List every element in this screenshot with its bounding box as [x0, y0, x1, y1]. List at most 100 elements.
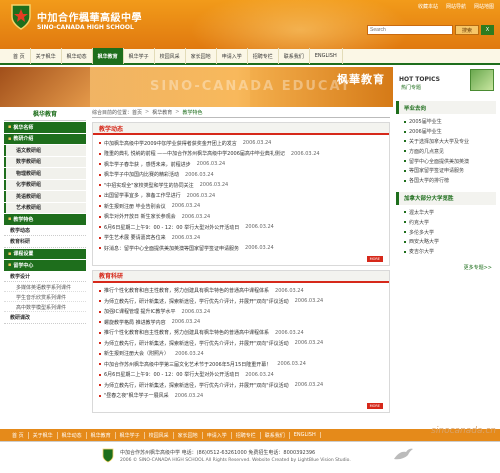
sidebar-link[interactable]: 2005届毕业生: [404, 117, 496, 127]
article-title[interactable]: 中加枫华高级中学2009中加学业获得者获奖金开团上的发言: [104, 140, 237, 147]
research-row[interactable]: 中加合作苏州枫华高级中学第三届文化艺术节于2006年5月15日隆重开幕！ 2006…: [99, 359, 383, 370]
article-title[interactable]: "中招实现全"家校类型和学生的协同关注: [104, 182, 194, 189]
top-link-favorite[interactable]: 收藏本站: [418, 3, 438, 10]
nav-students[interactable]: 枫华学子: [124, 48, 155, 64]
sidebar-item[interactable]: 化学教研组: [4, 179, 86, 190]
article-title[interactable]: 为师立教先行，研计新集述，探索新途径，学行优先介评计，并展开"双向"评议活动: [104, 382, 289, 389]
sidebar-item[interactable]: 物理教研组: [4, 168, 86, 179]
footer-nav-campus[interactable]: 校园风采: [145, 431, 174, 439]
footer-nav-parents[interactable]: 家长园地: [174, 431, 203, 439]
sidebar-item[interactable]: 多媒体英语教学系列课件: [4, 283, 86, 292]
research-row[interactable]: 6月6日星期二上午9：00 - 12：00 举行大型对外公开活动日 2006.03…: [99, 370, 383, 381]
news-row[interactable]: "中招实现全"家校类型和学生的协同关注 2006.03.24: [99, 180, 383, 191]
research-row[interactable]: 加强IC课程管理 提升IC教学水平 2006.03.24: [99, 307, 383, 318]
news-row[interactable]: 枫华学子春华获 ，感悟未来，前程进步 2006.03.24: [99, 159, 383, 170]
nav-news[interactable]: 枫华动态: [62, 48, 93, 64]
nav-campus[interactable]: 校园风采: [155, 48, 186, 64]
nav-english[interactable]: ENGLISH: [310, 48, 343, 64]
sidebar-item[interactable]: 高中数学模型系列课件: [4, 303, 86, 312]
news-row[interactable]: 新生报到注册 毕业告别会议 2006.03.24: [99, 201, 383, 212]
sidebar-link[interactable]: 留学中心全面提供美加英澳: [404, 156, 496, 166]
article-title[interactable]: 枫华学子春华获 ，感悟未来，前程进步: [104, 161, 191, 168]
footer-nav-english[interactable]: ENGLISH: [290, 432, 321, 438]
research-row[interactable]: "昼春之夜"枫华学子一展风采 2006.03.24: [99, 391, 383, 402]
footer-nav-students[interactable]: 枫华学子: [116, 431, 145, 439]
hot-topics-thumbnail[interactable]: [470, 69, 494, 91]
research-more-button[interactable]: MORE: [366, 403, 383, 409]
hot-topics[interactable]: HOT TOPICS 热门专题: [393, 67, 500, 95]
article-title[interactable]: 枫华对外开放日 新生家长参观会: [104, 213, 176, 220]
news-row[interactable]: 6月6日星期二上午9：00 - 12：00 举行大型对外公开活动日 2006.03…: [99, 222, 383, 233]
news-row[interactable]: 隆重的典礼 悦纳的前程 ——中加合作苏州枫华高级中学2006届高中毕业典礼侧记 2…: [99, 149, 383, 160]
nav-education[interactable]: 枫华教育: [92, 48, 124, 64]
sidebar-link[interactable]: 约克大学: [404, 217, 496, 227]
sidebar-item[interactable]: 语文教研组: [4, 145, 86, 156]
breadcrumb-education[interactable]: 枫华教育: [152, 109, 172, 116]
research-row[interactable]: 螺旋教学格局 推进教学内容 2006.03.24: [99, 317, 383, 328]
nav-admission[interactable]: 申请入学: [217, 48, 248, 64]
footer-nav-news[interactable]: 枫华动态: [58, 431, 87, 439]
sidebar-item[interactable]: 教研课改: [4, 313, 86, 324]
sidebar-item[interactable]: 教研介绍: [4, 133, 86, 144]
article-title[interactable]: 新生报到注册大会（附照片）: [104, 350, 169, 357]
sidebar-link[interactable]: 各国大学的排行榜: [404, 176, 496, 186]
breadcrumb-home[interactable]: 首页: [132, 109, 142, 116]
sidebar-link[interactable]: 方面的几点意见: [404, 146, 496, 156]
sidebar-item[interactable]: 数学教研组: [4, 156, 86, 167]
article-title[interactable]: 推行个性化教育和自主性教育，努力创建具有枫华特色的普通高中课程体系: [104, 287, 269, 294]
sidebar-item[interactable]: 枫华名师: [4, 122, 86, 133]
top-link-navigation[interactable]: 网站导航: [446, 3, 466, 10]
article-title[interactable]: 好消息：留学中心全面提供美加英澳等国家留学签证申请服务: [104, 245, 239, 252]
sidebar-link[interactable]: 渥太华大学: [404, 208, 496, 218]
article-title[interactable]: 螺旋教学格局 推进教学内容: [104, 319, 166, 326]
sidebar-item[interactable]: 课程设置: [4, 248, 86, 259]
news-row[interactable]: 中加枫华高级中学2009中加学业获得者获奖金开团上的发言 2006.03.24: [99, 138, 383, 149]
nav-contact[interactable]: 联系我们: [279, 48, 310, 64]
sidebar-link[interactable]: 西安大略大学: [404, 237, 496, 247]
search-close-button[interactable]: X: [481, 25, 494, 35]
research-row[interactable]: 为师立教先行，研计新集述，探索新途径，学行优先介评计，并展开"双向"评议活动 20…: [99, 380, 383, 391]
article-title[interactable]: 推行个性化教育和自主性教育，努力创建具有枫华特色的普通高中课程体系: [104, 329, 269, 336]
nav-about[interactable]: 关于枫华: [31, 48, 62, 64]
nav-jobs[interactable]: 招聘专栏: [248, 48, 279, 64]
sidebar-item[interactable]: 英语教研组: [4, 191, 86, 202]
sidebar-item[interactable]: 留学中心: [4, 260, 86, 271]
article-title[interactable]: 隆重的典礼 悦纳的前程 ——中加合作苏州枫华高级中学2006届高中毕业典礼侧记: [104, 150, 285, 157]
sidebar-link[interactable]: 等国家留学签证申请服务: [404, 166, 496, 176]
news-row[interactable]: 枫华学子中加国内比赛的精彩活动 2006.03.24: [99, 170, 383, 181]
sidebar-item[interactable]: 教学设计: [4, 271, 86, 282]
article-title[interactable]: 学生艺术展 要请嘉宾各位来: [104, 234, 166, 241]
sidebar-link[interactable]: 关于选择加拿大大学及专业: [404, 137, 496, 147]
research-row[interactable]: 为师立教先行，研计新集述，探索新途径，学行优先介评计，并展开"双向"评议活动 20…: [99, 338, 383, 349]
sidebar-item[interactable]: 教育科研: [4, 237, 86, 248]
teaching-news-more-button[interactable]: MORE: [366, 255, 383, 262]
footer-nav-home[interactable]: 首 页: [8, 431, 29, 439]
sidebar-item[interactable]: 教学动态: [4, 225, 86, 236]
article-title[interactable]: 6月6日星期二上午9：00 - 12：00 举行大型对外公开活动日: [104, 224, 239, 231]
article-title[interactable]: 新生报到注册 毕业告别会议: [104, 203, 166, 210]
search-button[interactable]: 搜索: [455, 25, 479, 35]
research-row[interactable]: 推行个性化教育和自主性教育，努力创建具有枫华特色的普通高中课程体系 2006.03…: [99, 328, 383, 339]
article-title[interactable]: 为师立教先行，研计新集述，探索新途径，学行优先介评计，并展开"双向"评议活动: [104, 340, 289, 347]
news-row[interactable]: 好消息：留学中心全面提供美加英澳等国家留学签证申请服务 2006.03.24: [99, 243, 383, 254]
sidebar-item[interactable]: 教学特色: [4, 214, 86, 225]
footer-nav-about[interactable]: 关于枫华: [29, 431, 58, 439]
article-title[interactable]: 枫华学子中加国内比赛的精彩活动: [104, 171, 179, 178]
search-input[interactable]: [367, 25, 453, 35]
footer-nav-admission[interactable]: 申请入学: [203, 431, 232, 439]
sidebar-item[interactable]: 学生音乐欣赏系列课件: [4, 293, 86, 302]
article-title[interactable]: 出国留学事宜多 ，准备工作早进行: [104, 192, 181, 199]
more-topics-link[interactable]: 更多专题>>: [396, 264, 496, 271]
footer-nav-contact[interactable]: 联系我们: [261, 431, 290, 439]
article-title[interactable]: "昼春之夜"枫华学子一展风采: [104, 392, 169, 399]
news-row[interactable]: 学生艺术展 要请嘉宾各位来 2006.03.24: [99, 233, 383, 244]
footer-nav-education[interactable]: 枫华教育: [87, 431, 116, 439]
article-title[interactable]: 6月6日星期二上午9：00 - 12：00 举行大型对外公开活动日: [104, 371, 239, 378]
sidebar-link[interactable]: 多伦多大学: [404, 227, 496, 237]
footer-nav-jobs[interactable]: 招聘专栏: [232, 431, 261, 439]
article-title[interactable]: 中加合作苏州枫华高级中学第三届文化艺术节于2006年5月15日隆重开幕！: [104, 361, 271, 368]
research-row[interactable]: 推行个性化教育和自主性教育，努力创建具有枫华特色的普通高中课程体系 2006.03…: [99, 286, 383, 297]
news-row[interactable]: 枫华对外开放日 新生家长参观会 2006.03.24: [99, 212, 383, 223]
sidebar-link[interactable]: 2006届毕业生: [404, 127, 496, 137]
nav-parents[interactable]: 家长园地: [186, 48, 217, 64]
